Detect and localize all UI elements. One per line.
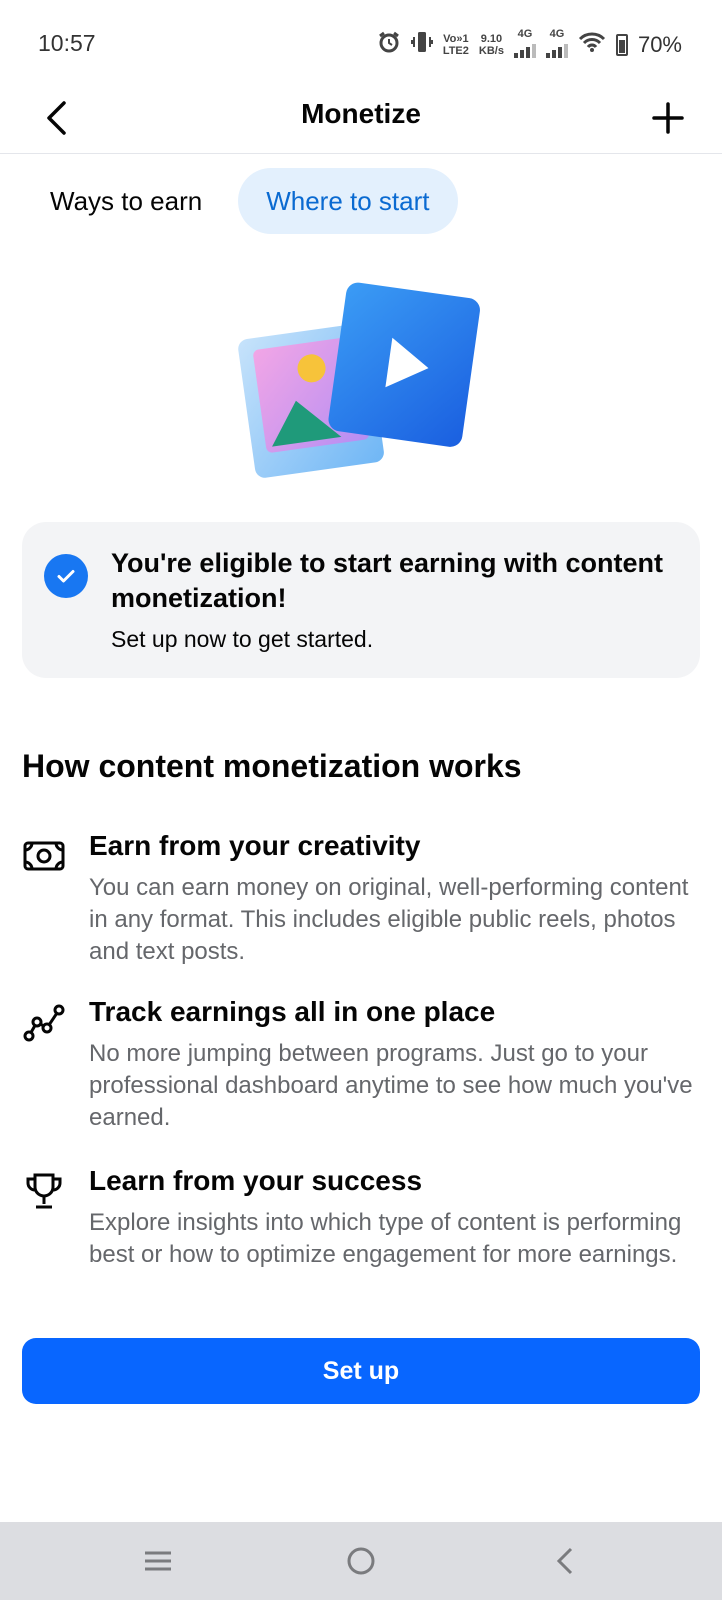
tab-where-to-start[interactable]: Where to start xyxy=(238,168,458,234)
system-nav-bar xyxy=(0,1522,722,1600)
trophy-icon xyxy=(22,1171,66,1211)
alarm-icon xyxy=(377,30,401,59)
app-header: Monetize xyxy=(0,84,722,154)
volte-text: Vo»1 xyxy=(443,32,469,45)
page-title: Monetize xyxy=(301,98,421,129)
money-icon xyxy=(22,836,66,876)
tab-ways-to-earn[interactable]: Ways to earn xyxy=(22,168,230,234)
home-button[interactable] xyxy=(337,1540,385,1582)
section-title: How content monetization works xyxy=(22,748,522,784)
back-chevron-icon xyxy=(556,1547,573,1575)
setup-button[interactable]: Set up xyxy=(22,1338,700,1404)
feature-title: Earn from your creativity xyxy=(89,830,421,861)
speed-unit: KB/s xyxy=(478,44,504,57)
tab-bar: Ways to earn Where to start xyxy=(22,168,458,234)
lte-text: LTE2 xyxy=(442,44,469,57)
status-time: 10:57 xyxy=(38,30,96,56)
network-speed: 9.10 KB/s xyxy=(479,33,504,57)
feature-description: Explore insights into which type of cont… xyxy=(89,1209,682,1268)
check-icon xyxy=(44,554,88,598)
wifi-icon xyxy=(578,31,606,58)
speed-value: 9.10 xyxy=(480,32,503,45)
eligibility-subtitle: Set up now to get started. xyxy=(111,626,374,652)
battery-icon xyxy=(615,33,628,56)
system-back-button[interactable] xyxy=(541,1540,589,1582)
feature-description: No more jumping between programs. Just g… xyxy=(89,1040,693,1131)
battery-percent: 70% xyxy=(637,31,682,57)
add-button[interactable] xyxy=(646,96,690,140)
feature-title: Learn from your success xyxy=(89,1165,423,1196)
signal-2: 4G xyxy=(545,28,568,61)
feature-track: Track earnings all in one place No more … xyxy=(22,996,702,1136)
eligibility-title: You're eligible to start earning with co… xyxy=(111,548,663,613)
net-type-1: 4G xyxy=(517,28,533,40)
signal-1: 4G xyxy=(513,28,536,61)
feature-title: Track earnings all in one place xyxy=(89,996,496,1027)
chart-line-icon xyxy=(22,1002,66,1042)
volte-indicator: Vo»1 LTE2 xyxy=(443,33,469,57)
recent-apps-button[interactable] xyxy=(134,1540,182,1582)
status-bar: 10:57 Vo»1 LTE2 9.10 KB/s 4G 4G 70% xyxy=(0,0,722,84)
feature-learn: Learn from your success Explore insights… xyxy=(22,1165,702,1305)
feature-description: You can earn money on original, well-per… xyxy=(89,874,689,965)
menu-lines-icon xyxy=(145,1551,171,1571)
signal-bars-icon xyxy=(545,40,568,58)
home-circle-icon xyxy=(347,1547,375,1575)
plus-icon xyxy=(652,102,684,134)
signal-bars-icon xyxy=(513,40,536,58)
vibrate-icon xyxy=(410,30,433,59)
monetize-illustration xyxy=(236,280,486,490)
status-icons: Vo»1 LTE2 9.10 KB/s 4G 4G 70% xyxy=(377,28,682,61)
eligibility-card: You're eligible to start earning with co… xyxy=(22,522,700,678)
feature-earn: Earn from your creativity You can earn m… xyxy=(22,830,702,970)
net-type-2: 4G xyxy=(549,28,565,40)
